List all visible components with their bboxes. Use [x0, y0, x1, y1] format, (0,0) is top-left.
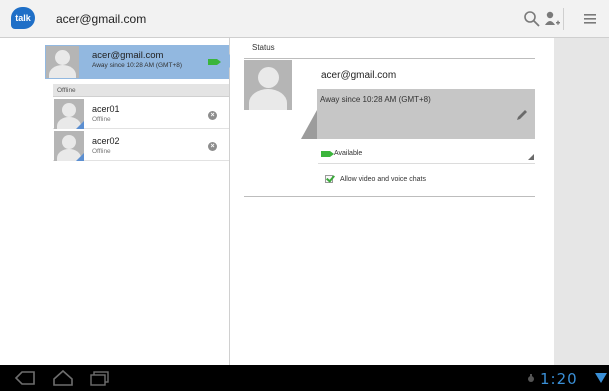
clock[interactable]: 1:20 — [540, 370, 578, 388]
my-avatar — [46, 46, 79, 78]
action-divider — [563, 8, 564, 30]
status-title: Status — [252, 43, 275, 52]
remove-icon[interactable]: × — [208, 142, 217, 151]
title-divider — [244, 58, 535, 59]
add-friend-icon[interactable] — [542, 9, 562, 29]
section-header-offline — [53, 84, 229, 97]
availability-label: Available — [334, 150, 363, 157]
recent-apps-icon[interactable] — [89, 370, 111, 386]
profile-email: acer@gmail.com — [321, 70, 397, 81]
friend-name: acer01 — [92, 104, 120, 114]
friend-status: Offline — [92, 116, 111, 123]
usb-icon — [528, 374, 534, 382]
allow-video-label: Allow video and voice chats — [340, 176, 426, 183]
friend-name: acer02 — [92, 136, 120, 146]
wifi-icon — [595, 373, 607, 383]
back-icon[interactable] — [12, 370, 38, 386]
status-bubble-tail — [301, 110, 317, 139]
friend-avatar — [54, 99, 84, 129]
home-icon[interactable] — [52, 369, 74, 387]
remove-icon[interactable]: × — [208, 111, 217, 120]
account-title: acer@gmail.com — [56, 12, 147, 26]
search-icon[interactable] — [522, 9, 542, 29]
friend-avatar — [54, 131, 84, 161]
edit-pencil-icon[interactable] — [515, 108, 529, 122]
dropdown-arrow-icon[interactable] — [528, 154, 534, 160]
my-email: acer@gmail.com — [92, 50, 164, 61]
section-label: Offline — [57, 87, 76, 94]
profile-avatar[interactable] — [244, 60, 292, 110]
talk-logo-icon[interactable]: talk — [11, 7, 35, 29]
menu-icon[interactable] — [580, 9, 600, 29]
allow-video-checkbox[interactable] — [325, 175, 333, 183]
status-message-text: Away since 10:28 AM (GMT+8) — [320, 95, 431, 104]
video-available-icon — [321, 151, 334, 157]
friend-status: Offline — [92, 148, 111, 155]
my-status: Away since 10:28 AM (GMT+8) — [92, 62, 183, 69]
video-available-icon — [208, 59, 221, 65]
card-bottom-divider — [244, 196, 535, 197]
